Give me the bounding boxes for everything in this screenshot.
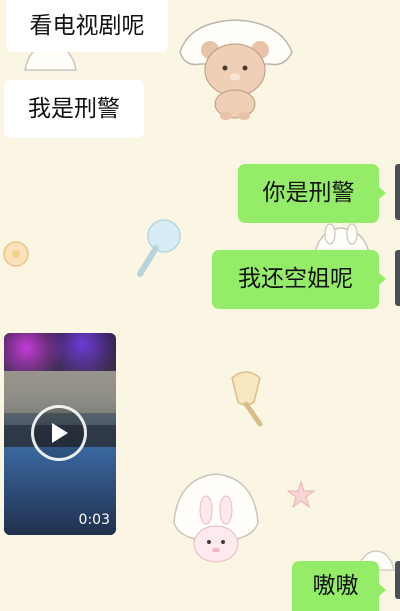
bear-wallpaper-icon — [179, 19, 293, 120]
video-thumbnail-top — [4, 333, 116, 371]
chat-area[interactable]: 看电视剧呢 我是刑警 你是刑警 我还空姐呢 0:03 嗷嗷 — [0, 0, 400, 611]
lollipop-wallpaper-icon — [137, 219, 181, 277]
message-text: 嗷嗷 — [312, 572, 359, 599]
message-text: 我还空姐呢 — [238, 266, 353, 292]
avatar[interactable] — [395, 250, 400, 306]
bunny-bun-wallpaper-icon — [173, 473, 259, 563]
outgoing-message-bubble[interactable]: 你是刑警 — [238, 164, 386, 223]
incoming-message-bubble[interactable]: 看电视剧呢 — [6, 0, 168, 52]
outgoing-message-bubble[interactable]: 嗷嗷 — [292, 561, 386, 611]
avatar[interactable] — [395, 561, 400, 599]
incoming-message-bubble[interactable]: 我是刑警 — [4, 80, 144, 138]
flower-wallpaper-icon — [3, 241, 29, 267]
message-text: 我是刑警 — [28, 95, 120, 122]
avatar[interactable] — [395, 164, 400, 220]
video-duration: 0:03 — [78, 512, 110, 528]
star-wallpaper-icon — [286, 480, 316, 509]
play-triangle-icon — [52, 423, 68, 443]
message-text: 看电视剧呢 — [29, 12, 145, 39]
outgoing-message-bubble[interactable]: 我还空姐呢 — [212, 250, 386, 309]
video-message[interactable]: 0:03 — [4, 333, 116, 535]
play-icon[interactable] — [31, 405, 87, 461]
popsicle-wallpaper-icon — [231, 371, 263, 427]
message-text: 你是刑警 — [262, 180, 355, 206]
